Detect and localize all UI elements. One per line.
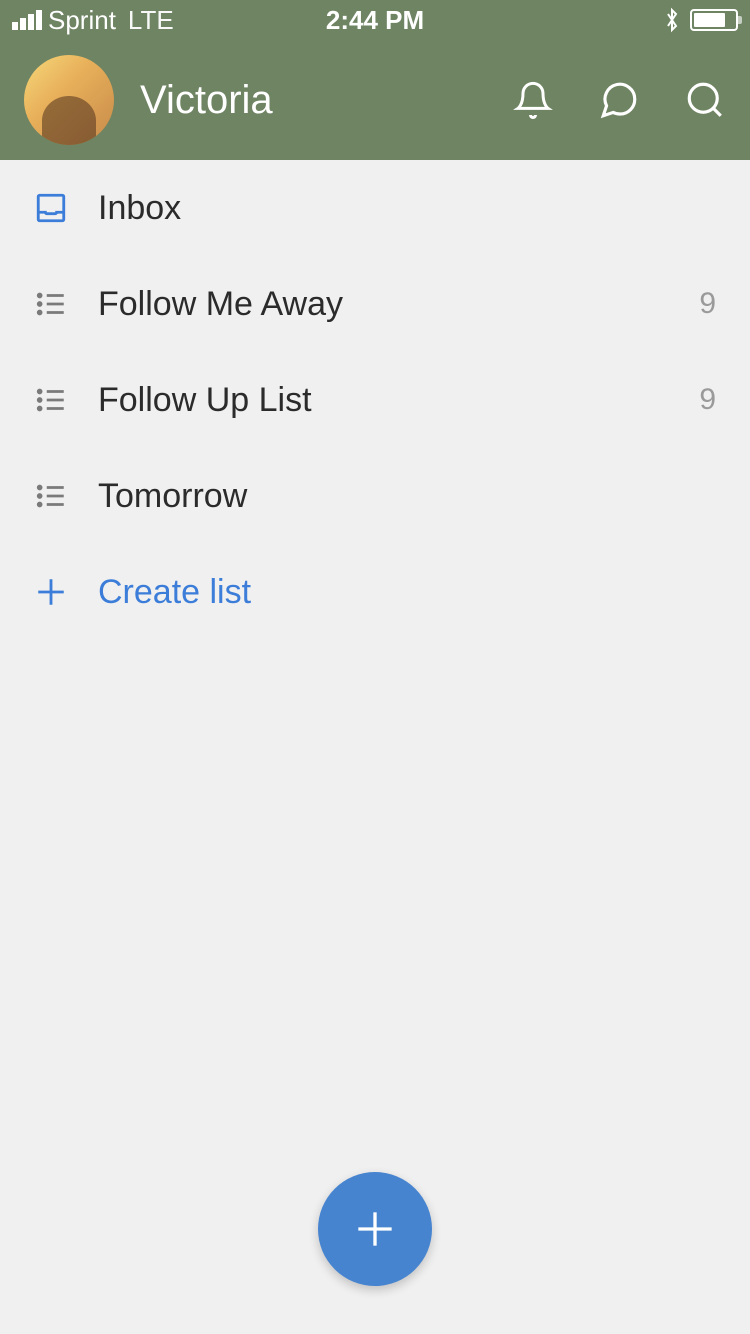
list-item-label: Inbox bbox=[98, 189, 716, 228]
bell-icon bbox=[513, 80, 553, 120]
list-icon bbox=[34, 479, 68, 513]
notifications-button[interactable] bbox=[512, 79, 554, 121]
status-left: Sprint LTE bbox=[12, 5, 174, 36]
inbox-icon bbox=[34, 191, 68, 225]
chat-button[interactable] bbox=[598, 79, 640, 121]
status-right bbox=[664, 7, 738, 33]
search-icon bbox=[684, 79, 726, 121]
lists-container: Inbox Follow Me Away 9 Follow Up List 9 bbox=[0, 160, 750, 640]
chat-icon bbox=[598, 79, 640, 121]
list-icon bbox=[34, 287, 68, 321]
list-item-label: Follow Me Away bbox=[98, 285, 669, 324]
clock-label: 2:44 PM bbox=[326, 5, 424, 36]
list-item-label: Tomorrow bbox=[98, 477, 716, 516]
username-label: Victoria bbox=[140, 78, 486, 123]
create-list-button[interactable]: Create list bbox=[0, 544, 750, 640]
list-item-count: 9 bbox=[699, 287, 716, 321]
battery-icon bbox=[690, 9, 738, 31]
search-button[interactable] bbox=[684, 79, 726, 121]
list-icon bbox=[34, 383, 68, 417]
list-item-follow-me-away[interactable]: Follow Me Away 9 bbox=[0, 256, 750, 352]
status-bar: Sprint LTE 2:44 PM bbox=[0, 0, 750, 40]
list-item-inbox[interactable]: Inbox bbox=[0, 160, 750, 256]
create-list-label: Create list bbox=[98, 573, 716, 612]
app-header: Victoria bbox=[0, 40, 750, 160]
list-item-tomorrow[interactable]: Tomorrow bbox=[0, 448, 750, 544]
plus-icon bbox=[34, 575, 68, 609]
signal-icon bbox=[12, 10, 42, 30]
list-item-follow-up-list[interactable]: Follow Up List 9 bbox=[0, 352, 750, 448]
avatar[interactable] bbox=[24, 55, 114, 145]
list-item-count: 9 bbox=[699, 383, 716, 417]
carrier-label: Sprint bbox=[48, 5, 116, 36]
plus-icon bbox=[350, 1204, 400, 1254]
network-label: LTE bbox=[128, 5, 174, 36]
add-task-fab[interactable] bbox=[318, 1172, 432, 1286]
list-item-label: Follow Up List bbox=[98, 381, 669, 420]
bluetooth-icon bbox=[664, 7, 680, 33]
